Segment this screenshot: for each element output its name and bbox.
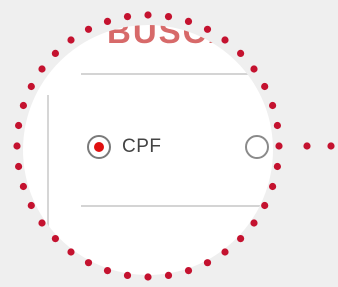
outline-dot [84,25,93,33]
outline-dot [250,65,258,73]
dotted-circle-outline [13,11,335,281]
outline-dot [144,273,152,281]
outline-dot [27,201,35,210]
outline-dot [27,82,35,91]
outline-dot [51,235,60,243]
outline-dot [261,82,269,91]
pointer-dot [303,142,311,150]
outline-dot [273,162,281,171]
outline-dot [164,13,173,21]
outline-dot [269,182,277,191]
outline-dot [164,271,173,279]
outline-dot [269,101,277,110]
zoom-callout: BUSCA CPF [0,0,338,287]
outline-dot [123,13,132,21]
outline-dot [103,17,112,25]
outline-dot [19,101,27,110]
outline-dot [221,248,229,256]
outline-dot [38,219,46,227]
outline-dot [273,121,281,130]
outline-dot [237,235,245,243]
outline-dot [250,219,258,227]
pointer-dot [327,142,335,150]
outline-dot [184,17,193,25]
outline-dot [237,49,245,58]
outline-dot [275,142,283,150]
outline-dot [203,25,212,33]
outline-dot [261,201,269,210]
outline-dot [123,271,132,279]
outline-dot [15,162,23,171]
outline-dot [13,142,21,150]
outline-dot [103,267,112,275]
outline-dot [184,267,193,275]
outline-dot [15,121,23,130]
outline-dot [67,248,75,256]
outline-dot [38,65,46,73]
outline-dot [144,11,152,19]
outline-dot [84,259,93,267]
outline-dot [51,49,60,58]
outline-dot [203,259,212,267]
outline-dot [19,182,27,191]
outline-dot [67,36,75,44]
outline-dot [221,36,229,44]
